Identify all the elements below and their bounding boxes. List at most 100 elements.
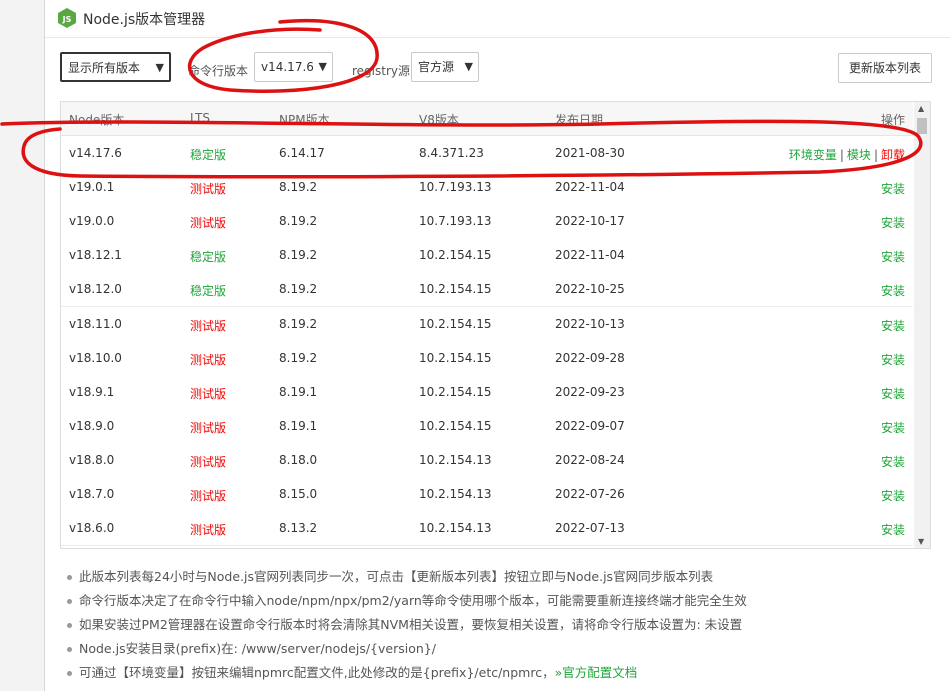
table-row: v18.12.1 稳定版 8.19.2 10.2.154.15 2022-11-04 安装 bbox=[61, 238, 913, 274]
registry-value: 官方源 bbox=[418, 60, 455, 74]
note-text: 可通过【环境变量】按钮来编辑npmrc配置文件,此处修改的是{prefix}/e… bbox=[79, 665, 555, 680]
v8-version-cell: 10.2.154.15 bbox=[419, 384, 492, 399]
table-row: v18.10.0 测试版 8.19.2 10.2.154.15 2022-09-28 安装 bbox=[61, 340, 913, 376]
operation-cell: 安装 bbox=[881, 521, 905, 538]
install-link[interactable]: 安装 bbox=[881, 455, 905, 469]
dialog-title: Node.js版本管理器 bbox=[83, 12, 206, 28]
release-date-cell: 2022-09-07 bbox=[555, 418, 625, 433]
header-version: Node版本 bbox=[69, 113, 125, 127]
official-docs-link[interactable]: »官方配置文档 bbox=[555, 665, 638, 680]
header-date: 发布日期 bbox=[555, 113, 604, 127]
npm-version-cell: 8.19.1 bbox=[279, 384, 318, 399]
table-row: v14.17.6 稳定版 6.14.17 8.4.371.23 2021-08-30 环境… bbox=[61, 136, 913, 171]
version-filter-select[interactable]: 显示所有版本 ▼ bbox=[60, 52, 171, 82]
version-table: Node版本 LTS NPM版本 V8版本 发布日期 操作 v14.17.6 稳定… bbox=[60, 101, 931, 549]
operation-cell: 安装 bbox=[881, 385, 905, 402]
operation-cell: 安装 bbox=[881, 248, 905, 265]
scrollbar-thumb[interactable] bbox=[917, 118, 927, 134]
install-link[interactable]: 安装 bbox=[881, 387, 905, 401]
node-version-cell: v19.0.0 bbox=[69, 214, 115, 229]
table-scrollbar[interactable]: ▲ ▼ bbox=[914, 102, 930, 548]
scroll-down-icon[interactable]: ▼ bbox=[918, 537, 924, 546]
table-row: v19.0.1 测试版 8.19.2 10.7.193.13 2022-11-04 安装 bbox=[61, 170, 913, 206]
header-npm: NPM版本 bbox=[279, 113, 330, 127]
v8-version-cell: 10.7.193.13 bbox=[419, 180, 492, 195]
lts-cell: 测试版 bbox=[190, 489, 227, 503]
install-link[interactable]: 安装 bbox=[881, 284, 905, 298]
npm-version-cell: 8.19.2 bbox=[279, 350, 318, 365]
node-version-cell: v18.12.1 bbox=[69, 248, 122, 263]
table-row: v18.11.0 测试版 8.19.2 10.2.154.15 2022-10-13 安装 bbox=[61, 306, 913, 342]
title-bar: JS Node.js版本管理器 bbox=[45, 0, 950, 38]
v8-version-cell: 10.7.193.13 bbox=[419, 214, 492, 229]
operation-cell: 环境变量 | 模块 | 卸载 bbox=[789, 146, 905, 163]
v8-version-cell: 10.2.154.13 bbox=[419, 452, 492, 467]
toolbar: 显示所有版本 ▼ 命令行版本 v14.17.6 ▼ registry源 官方源 … bbox=[45, 52, 950, 86]
table-row: v18.9.1 测试版 8.19.1 10.2.154.15 2022-09-23 安装 bbox=[61, 374, 913, 410]
release-date-cell: 2022-09-28 bbox=[555, 350, 625, 365]
install-link[interactable]: 安装 bbox=[881, 489, 905, 503]
release-date-cell: 2022-10-25 bbox=[555, 282, 625, 297]
install-link[interactable]: 安装 bbox=[881, 353, 905, 367]
operation-cell: 安装 bbox=[881, 351, 905, 368]
release-date-cell: 2022-08-24 bbox=[555, 452, 625, 467]
header-v8: V8版本 bbox=[419, 113, 459, 127]
uninstall-link[interactable]: 卸载 bbox=[881, 148, 905, 162]
v8-version-cell: 10.2.154.15 bbox=[419, 316, 492, 331]
install-link[interactable]: 安装 bbox=[881, 250, 905, 264]
lts-cell: 稳定版 bbox=[190, 148, 227, 162]
operation-cell: 安装 bbox=[881, 487, 905, 504]
table-row: v18.8.0 测试版 8.18.0 10.2.154.13 2022-08-24 安装 bbox=[61, 442, 913, 478]
operation-cell: 安装 bbox=[881, 282, 905, 299]
node-version-cell: v18.6.0 bbox=[69, 521, 115, 536]
lts-cell: 测试版 bbox=[190, 216, 227, 231]
node-version-manager-dialog: JS Node.js版本管理器 显示所有版本 ▼ 命令行版本 v14.17.6 … bbox=[44, 0, 950, 691]
separator: | bbox=[839, 148, 844, 162]
scroll-up-icon[interactable]: ▲ bbox=[918, 104, 924, 113]
node-version-cell: v18.8.0 bbox=[69, 452, 115, 467]
operation-cell: 安装 bbox=[881, 419, 905, 436]
update-version-list-button[interactable]: 更新版本列表 bbox=[838, 53, 932, 83]
lts-cell: 测试版 bbox=[190, 523, 227, 538]
v8-version-cell: 10.2.154.13 bbox=[419, 521, 492, 536]
note-item: 此版本列表每24小时与Node.js官网列表同步一次，可点击【更新版本列表】按钮… bbox=[65, 566, 935, 590]
node-version-cell: v18.10.0 bbox=[69, 350, 122, 365]
operation-cell: 安装 bbox=[881, 214, 905, 231]
svg-text:JS: JS bbox=[62, 15, 72, 24]
v8-version-cell: 10.2.154.15 bbox=[419, 248, 492, 263]
modules-link[interactable]: 模块 bbox=[847, 148, 871, 162]
install-link[interactable]: 安装 bbox=[881, 182, 905, 196]
v8-version-cell: 10.2.154.15 bbox=[419, 418, 492, 433]
version-filter-value: 显示所有版本 bbox=[68, 61, 141, 75]
cmd-version-select[interactable]: v14.17.6 ▼ bbox=[254, 52, 333, 82]
table-row: v18.6.0 测试版 8.13.2 10.2.154.13 2022-07-13 安装 bbox=[61, 511, 913, 547]
note-item: 可通过【环境变量】按钮来编辑npmrc配置文件,此处修改的是{prefix}/e… bbox=[65, 662, 935, 686]
table-header: Node版本 LTS NPM版本 V8版本 发布日期 操作 bbox=[61, 102, 913, 136]
env-variables-link[interactable]: 环境变量 bbox=[789, 148, 837, 162]
table-row: v18.7.0 测试版 8.15.0 10.2.154.13 2022-07-26 安装 bbox=[61, 477, 913, 512]
lts-cell: 测试版 bbox=[190, 182, 227, 197]
install-link[interactable]: 安装 bbox=[881, 421, 905, 435]
release-date-cell: 2022-11-04 bbox=[555, 248, 625, 263]
registry-label: registry源 bbox=[352, 64, 410, 78]
separator: | bbox=[873, 148, 878, 162]
nodejs-logo-icon: JS bbox=[58, 8, 76, 28]
registry-select[interactable]: 官方源 ▼ bbox=[411, 52, 479, 82]
node-version-cell: v19.0.1 bbox=[69, 180, 115, 195]
lts-cell: 测试版 bbox=[190, 386, 227, 401]
help-notes: 此版本列表每24小时与Node.js官网列表同步一次，可点击【更新版本列表】按钮… bbox=[65, 566, 935, 686]
npm-version-cell: 8.19.2 bbox=[279, 214, 318, 229]
node-version-cell: v14.17.6 bbox=[69, 146, 122, 160]
install-link[interactable]: 安装 bbox=[881, 523, 905, 537]
operation-cell: 安装 bbox=[881, 317, 905, 334]
install-link[interactable]: 安装 bbox=[881, 216, 905, 230]
install-link[interactable]: 安装 bbox=[881, 319, 905, 333]
table-row: v19.0.0 测试版 8.19.2 10.7.193.13 2022-10-17 安装 bbox=[61, 204, 913, 240]
npm-version-cell: 8.19.2 bbox=[279, 316, 318, 331]
table-row: v18.9.0 测试版 8.19.1 10.2.154.15 2022-09-07 安装 bbox=[61, 408, 913, 444]
lts-cell: 稳定版 bbox=[190, 250, 227, 265]
v8-version-cell: 8.4.371.23 bbox=[419, 146, 484, 160]
cmd-version-label: 命令行版本 bbox=[188, 64, 249, 78]
release-date-cell: 2021-08-30 bbox=[555, 146, 625, 160]
node-version-cell: v18.12.0 bbox=[69, 282, 122, 297]
